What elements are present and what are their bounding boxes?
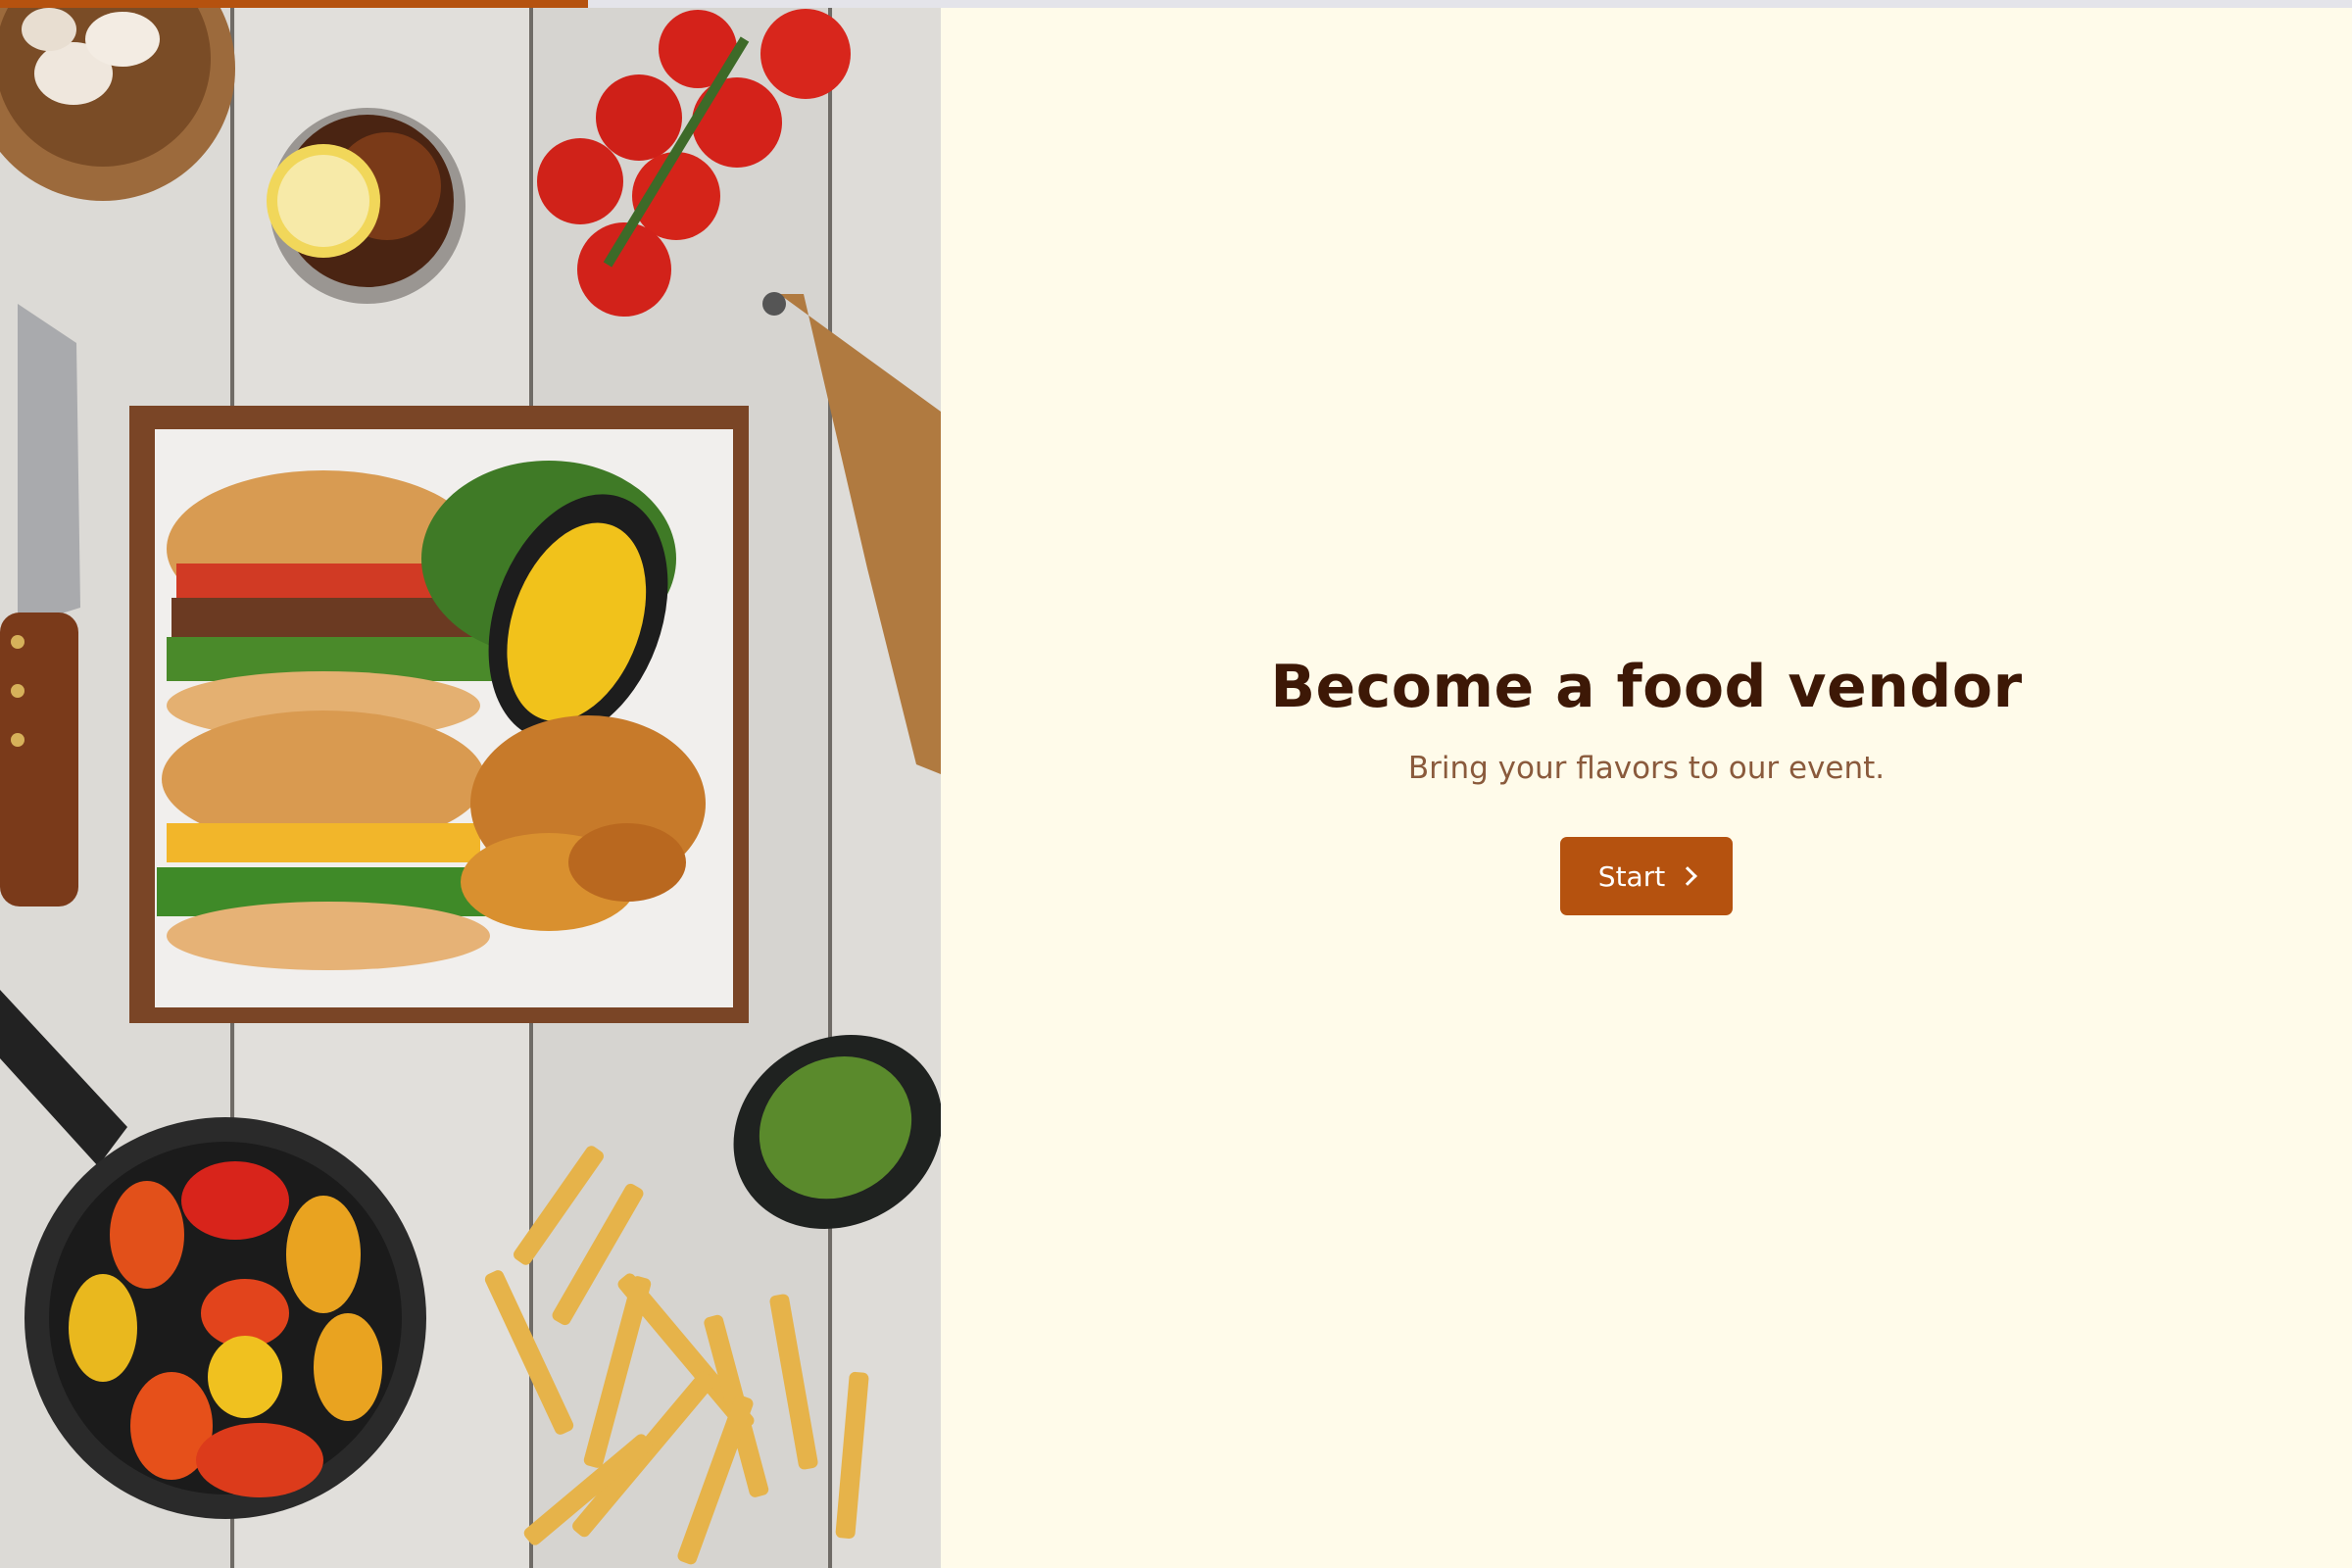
start-button[interactable]: Start (1560, 837, 1733, 915)
food-spread-photo (0, 0, 941, 1568)
page-title: Become a food vendor (1270, 653, 2023, 721)
intro-panel: Become a food vendor Bring your flavors … (941, 0, 2352, 1568)
progress-bar (0, 0, 2352, 8)
start-button-label: Start (1597, 859, 1666, 893)
vendor-signup-page: Become a food vendor Bring your flavors … (0, 0, 2352, 1568)
chevron-right-icon (1678, 866, 1698, 886)
page-subtitle: Bring your flavors to our event. (1407, 751, 1886, 786)
progress-bar-fill (0, 0, 588, 8)
